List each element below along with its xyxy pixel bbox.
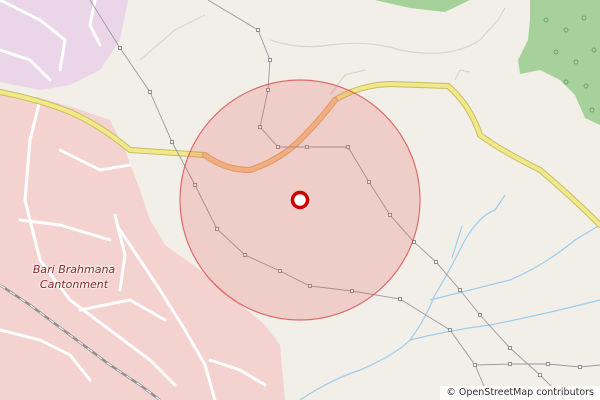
map-tiles: [0, 0, 600, 400]
attribution[interactable]: © OpenStreetMap contributors: [440, 386, 600, 400]
location-marker-icon[interactable]: [290, 190, 310, 210]
map-canvas[interactable]: Bari Brahmana Cantonment © OpenStreetMap…: [0, 0, 600, 400]
place-label-line2: Cantonment: [39, 278, 109, 291]
place-label-line1: Bari Brahmana: [32, 263, 116, 276]
place-label: Bari Brahmana Cantonment: [24, 262, 124, 292]
